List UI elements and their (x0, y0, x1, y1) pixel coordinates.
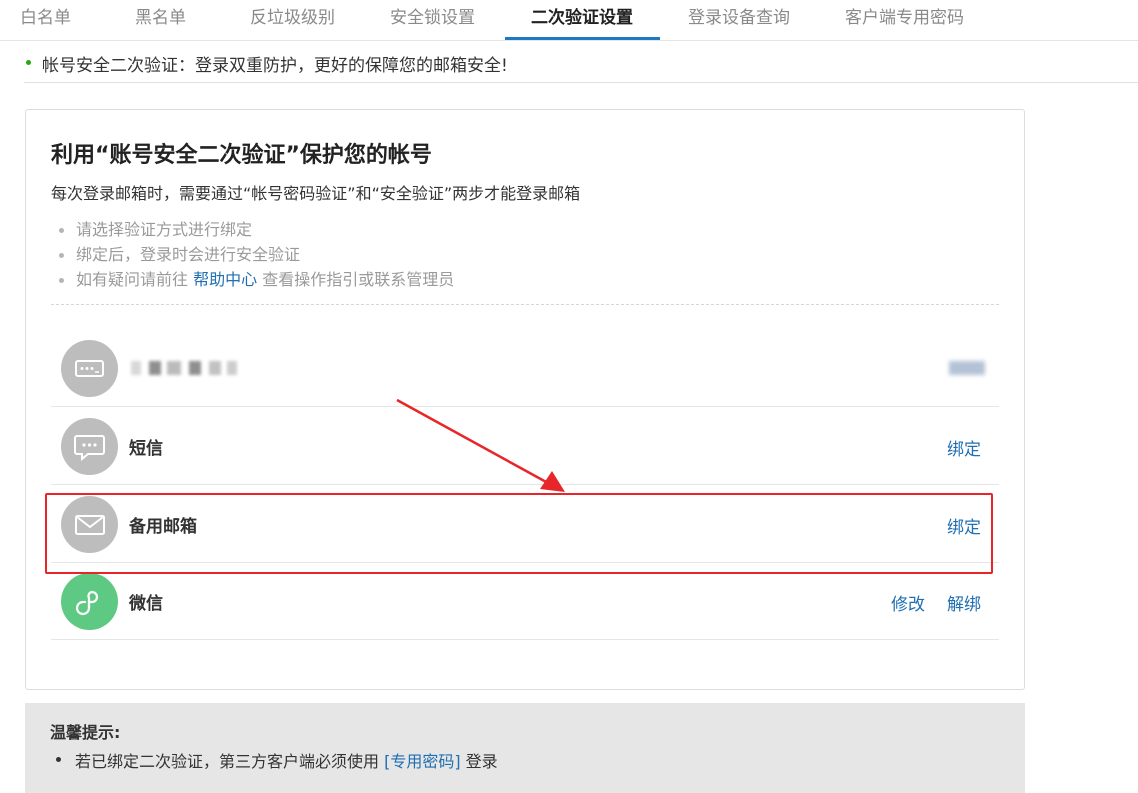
tab-blacklist[interactable]: 黑名单 (135, 0, 186, 40)
mail-icon (61, 496, 118, 553)
hint-title: 温馨提示: (50, 723, 121, 742)
masked-action (949, 361, 985, 375)
tip-item: 如有疑问请前往 帮助中心 查看操作指引或联系管理员 (51, 268, 454, 293)
tab-whitelist[interactable]: 白名单 (20, 0, 71, 40)
divider (51, 304, 999, 305)
two-step-panel: 利用“账号安全二次验证”保护您的帐号 每次登录邮箱时，需要通过“帐号密码验证”和… (25, 109, 1025, 690)
tip-text: 绑定后，登录时会进行安全验证 (76, 245, 301, 264)
bind-sms-button[interactable]: 绑定 (947, 435, 981, 460)
tab-spam-level[interactable]: 反垃圾级别 (250, 0, 335, 40)
method-row-backup-email: 备用邮箱 绑定 (51, 485, 999, 563)
app-password-link[interactable]: [专用密码] (384, 752, 461, 771)
panel-title: 利用“账号安全二次验证”保护您的帐号 (51, 143, 432, 168)
notice-text: 帐号安全二次验证：登录双重防护，更好的保障您的邮箱安全! (42, 56, 508, 76)
method-label: 备用邮箱 (129, 517, 197, 537)
tab-client-password[interactable]: 客户端专用密码 (845, 0, 964, 40)
panel-description: 每次登录邮箱时，需要通过“帐号密码验证”和“安全验证”两步才能登录邮箱 (51, 184, 581, 203)
method-row-password (51, 329, 999, 407)
hint-text: 登录 (460, 752, 498, 771)
sms-icon (61, 418, 118, 475)
tip-item: 请选择验证方式进行绑定 (51, 218, 454, 243)
bind-backup-email-button[interactable]: 绑定 (947, 513, 981, 538)
tip-text: 查看操作指引或联系管理员 (257, 270, 455, 289)
tip-item: 绑定后，登录时会进行安全验证 (51, 243, 454, 268)
method-label: 短信 (129, 439, 163, 459)
tab-security-lock[interactable]: 安全锁设置 (390, 0, 475, 40)
notice-bullet-icon (26, 60, 31, 65)
unbind-wechat-button[interactable]: 解绑 (947, 590, 981, 615)
tip-text: 如有疑问请前往 (76, 270, 194, 289)
method-row-sms: 短信 绑定 (51, 407, 999, 485)
settings-tab-bar: 白名单 黑名单 反垃圾级别 安全锁设置 二次验证设置 登录设备查询 客户端专用密… (0, 0, 1138, 41)
help-center-link[interactable]: 帮助中心 (193, 270, 257, 289)
method-row-wechat: 微信 修改 解绑 (51, 562, 999, 640)
method-label: 微信 (129, 594, 163, 614)
masked-account-text (131, 359, 261, 379)
hint-text: 若已绑定二次验证，第三方客户端必须使用 (75, 752, 385, 771)
warm-tip-box: 温馨提示: 若已绑定二次验证，第三方客户端必须使用 [专用密码] 登录 (25, 703, 1025, 793)
hint-item: 若已绑定二次验证，第三方客户端必须使用 [专用密码] 登录 (50, 748, 498, 772)
tab-two-step-verification[interactable]: 二次验证设置 (505, 0, 660, 40)
tab-login-devices[interactable]: 登录设备查询 (688, 0, 790, 40)
tip-text: 请选择验证方式进行绑定 (76, 220, 253, 239)
notice-bar: 帐号安全二次验证：登录双重防护，更好的保障您的邮箱安全! (24, 42, 1138, 83)
wechat-icon (61, 573, 118, 630)
password-icon (61, 340, 118, 397)
modify-wechat-button[interactable]: 修改 (891, 590, 925, 615)
tips-list: 请选择验证方式进行绑定 绑定后，登录时会进行安全验证 如有疑问请前往 帮助中心 … (51, 218, 454, 293)
